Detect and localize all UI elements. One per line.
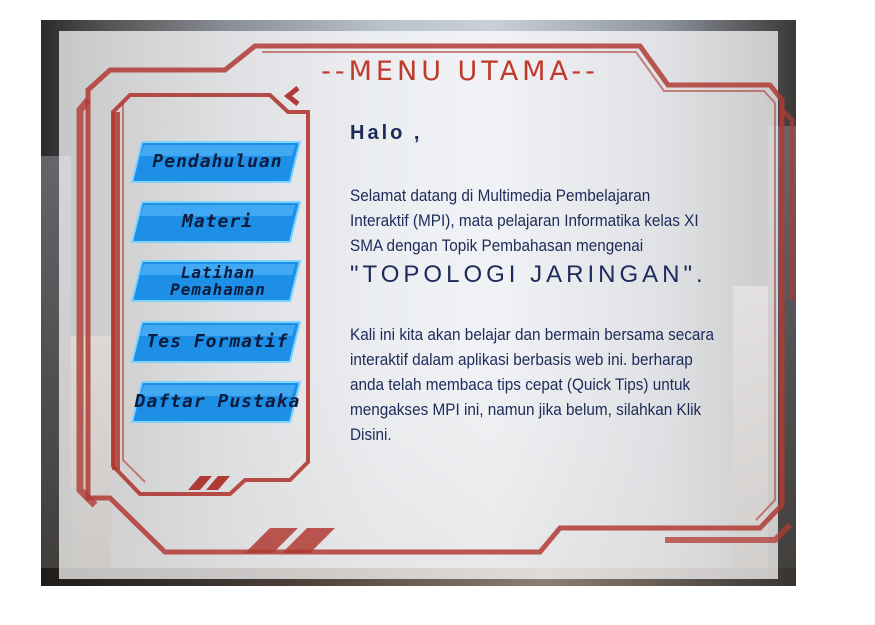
page-title: --MENU UTAMA-- — [321, 56, 599, 87]
menu-button-materi[interactable]: Materi — [130, 200, 305, 244]
body-paragraph: Kali ini kita akan belajar dan bermain b… — [350, 325, 715, 444]
intro-paragraph: Selamat datang di Multimedia Pembelajara… — [350, 186, 699, 255]
menu-button-label: Materi — [181, 211, 254, 232]
menu-button-label: Daftar Pustaka — [134, 391, 301, 412]
greeting-text: Halo , — [350, 122, 423, 144]
topic-title: "TOPOLOGI JARINGAN". — [350, 261, 707, 288]
menu-button-label: Pendahuluan — [152, 151, 283, 172]
menu-button-pendahuluan[interactable]: Pendahuluan — [130, 140, 305, 184]
menu-button-label: Tes Formatif — [146, 331, 289, 352]
menu-button-label: Latihan Pemahaman — [170, 263, 266, 299]
menu-button-daftar-pustaka[interactable]: Daftar Pustaka — [130, 380, 305, 424]
menu-button-latihan-pemahaman[interactable]: Latihan Pemahaman — [130, 259, 305, 303]
menu-button-tes-formatif[interactable]: Tes Formatif — [130, 320, 305, 364]
welcome-content: Halo , Selamat datang di Multimedia Pemb… — [350, 122, 770, 447]
